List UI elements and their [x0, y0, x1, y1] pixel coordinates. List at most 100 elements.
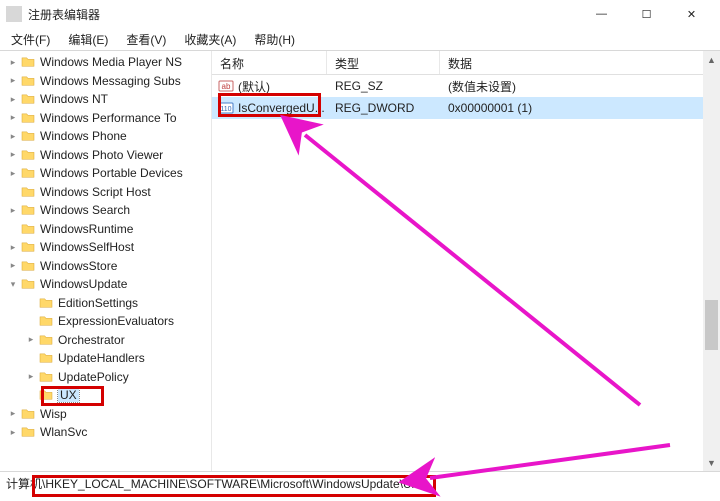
menu-help[interactable]: 帮助(H)	[245, 29, 304, 50]
folder-icon	[20, 148, 36, 162]
tree-label[interactable]: WindowsUpdate	[40, 277, 127, 291]
scroll-down-icon[interactable]: ▼	[703, 454, 720, 471]
maximize-button[interactable]: ☐	[624, 0, 669, 28]
tree-label[interactable]: UpdatePolicy	[58, 370, 129, 384]
status-bar: 计算机 \HKEY_LOCAL_MACHINE\SOFTWARE\Microso…	[0, 471, 720, 495]
chevron-icon[interactable]: ▸	[6, 112, 20, 123]
tree-node[interactable]: ▸ Wisp	[0, 405, 211, 424]
tree-label[interactable]: UX	[58, 388, 79, 402]
svg-text:110: 110	[220, 106, 231, 113]
folder-icon	[20, 259, 36, 273]
tree-label[interactable]: WindowsRuntime	[40, 222, 133, 236]
folder-icon	[20, 74, 36, 88]
tree-node[interactable]: ▸ Windows NT	[0, 90, 211, 109]
tree-view[interactable]: ▸ Windows Media Player NS ▸ Windows Messagi…	[0, 51, 212, 471]
tree-label[interactable]: Windows NT	[40, 92, 108, 106]
tree-node[interactable]: EditionSettings	[0, 294, 211, 313]
folder-icon	[20, 203, 36, 217]
value-row[interactable]: ab(默认)REG_SZ(数值未设置)	[212, 75, 720, 97]
tree-label[interactable]: Windows Portable Devices	[40, 166, 183, 180]
scroll-track[interactable]	[703, 68, 720, 454]
chevron-icon[interactable]: ▸	[6, 408, 20, 419]
tree-node[interactable]: ▸ Windows Portable Devices	[0, 164, 211, 183]
tree-label[interactable]: Orchestrator	[58, 333, 125, 347]
tree-label[interactable]: EditionSettings	[58, 296, 138, 310]
menu-edit[interactable]: 编辑(E)	[59, 29, 117, 50]
folder-icon	[20, 166, 36, 180]
folder-icon	[20, 240, 36, 254]
chevron-icon[interactable]: ▸	[6, 168, 20, 179]
tree-node[interactable]: WindowsRuntime	[0, 220, 211, 239]
chevron-icon[interactable]: ▸	[6, 242, 20, 253]
tree-label[interactable]: ExpressionEvaluators	[58, 314, 174, 328]
chevron-icon[interactable]: ▸	[6, 427, 20, 438]
column-headers: 名称 类型 数据	[212, 51, 720, 75]
chevron-icon[interactable]: ▾	[6, 279, 20, 290]
tree-node[interactable]: ▸ Windows Messaging Subs	[0, 72, 211, 91]
chevron-icon[interactable]: ▸	[6, 94, 20, 105]
folder-icon	[20, 407, 36, 421]
folder-icon	[20, 185, 36, 199]
title-bar: 注册表编辑器 — ☐ ✕	[0, 0, 720, 28]
value-name: IsConvergedU...	[238, 101, 325, 115]
chevron-icon[interactable]: ▸	[6, 57, 20, 68]
tree-label[interactable]: Windows Search	[40, 203, 130, 217]
tree-node[interactable]: ExpressionEvaluators	[0, 312, 211, 331]
col-data[interactable]: 数据	[440, 51, 720, 74]
tree-label[interactable]: Wisp	[40, 407, 67, 421]
minimize-button[interactable]: —	[579, 0, 624, 28]
chevron-icon[interactable]: ▸	[24, 371, 38, 382]
chevron-icon[interactable]: ▸	[6, 149, 20, 160]
tree-label[interactable]: Windows Photo Viewer	[40, 148, 163, 162]
folder-icon	[38, 370, 54, 384]
tree-node[interactable]: ▸ Orchestrator	[0, 331, 211, 350]
tree-node[interactable]: ▸ WindowsSelfHost	[0, 238, 211, 257]
tree-node[interactable]: Windows Script Host	[0, 183, 211, 202]
tree-label[interactable]: UpdateHandlers	[58, 351, 145, 365]
list-view[interactable]: 名称 类型 数据 ab(默认)REG_SZ(数值未设置) 110 IsConverg…	[212, 51, 720, 471]
tree-node[interactable]: ▸ WindowsStore	[0, 257, 211, 276]
close-button[interactable]: ✕	[669, 0, 714, 28]
tree-node[interactable]: ▸ Windows Performance To	[0, 109, 211, 128]
tree-label[interactable]: WindowsStore	[40, 259, 117, 273]
menu-file[interactable]: 文件(F)	[2, 29, 59, 50]
scroll-thumb[interactable]	[705, 300, 718, 350]
value-type: REG_DWORD	[327, 101, 440, 115]
tree-node[interactable]: UpdateHandlers	[0, 349, 211, 368]
tree-label[interactable]: Windows Media Player NS	[40, 55, 182, 69]
tree-label[interactable]: Windows Script Host	[40, 185, 151, 199]
folder-icon	[20, 425, 36, 439]
chevron-icon[interactable]: ▸	[6, 131, 20, 142]
chevron-icon[interactable]: ▸	[24, 334, 38, 345]
window-controls: — ☐ ✕	[579, 0, 714, 28]
chevron-icon[interactable]: ▸	[6, 205, 20, 216]
tree-label[interactable]: Windows Performance To	[40, 111, 177, 125]
vertical-scrollbar[interactable]: ▲ ▼	[703, 51, 720, 471]
tree-node[interactable]: ▸ Windows Media Player NS	[0, 53, 211, 72]
menu-favorites[interactable]: 收藏夹(A)	[175, 29, 245, 50]
chevron-icon[interactable]: ▸	[6, 75, 20, 86]
col-type[interactable]: 类型	[327, 51, 440, 74]
chevron-icon[interactable]: ▸	[6, 260, 20, 271]
folder-icon	[20, 129, 36, 143]
col-name[interactable]: 名称	[212, 51, 327, 74]
binary-value-icon: 110	[218, 100, 234, 116]
value-row[interactable]: 110IsConvergedU...REG_DWORD0x00000001 (1…	[212, 97, 720, 119]
tree-label[interactable]: WlanSvc	[40, 425, 87, 439]
tree-label[interactable]: Windows Phone	[40, 129, 127, 143]
tree-node[interactable]: ▸ Windows Photo Viewer	[0, 146, 211, 165]
tree-node[interactable]: ▸ WlanSvc	[0, 423, 211, 442]
tree-node[interactable]: ▸ Windows Phone	[0, 127, 211, 146]
folder-icon	[20, 55, 36, 69]
tree-label[interactable]: WindowsSelfHost	[40, 240, 134, 254]
folder-icon	[38, 351, 54, 365]
scroll-up-icon[interactable]: ▲	[703, 51, 720, 68]
folder-icon	[20, 277, 36, 291]
menu-view[interactable]: 查看(V)	[117, 29, 175, 50]
tree-node[interactable]: ▸ UpdatePolicy	[0, 368, 211, 387]
tree-node[interactable]: ▸ Windows Search	[0, 201, 211, 220]
tree-label[interactable]: Windows Messaging Subs	[40, 74, 181, 88]
tree-node[interactable]: UX	[0, 386, 211, 405]
tree-node[interactable]: ▾ WindowsUpdate	[0, 275, 211, 294]
folder-icon	[38, 333, 54, 347]
